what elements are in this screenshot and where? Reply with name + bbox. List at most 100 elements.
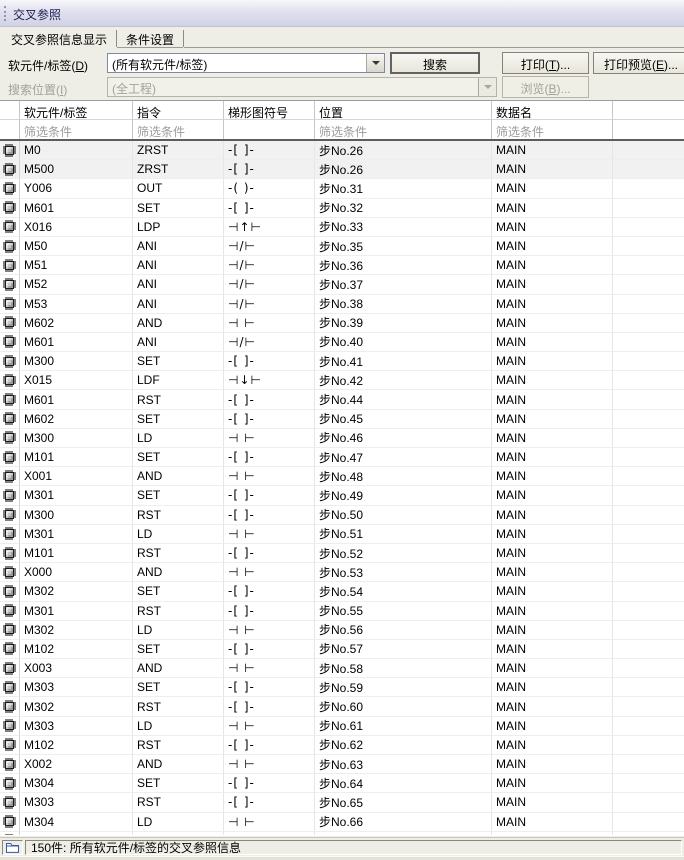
table-row[interactable]: M300 RST -[ ]- 步No.50 MAIN xyxy=(0,506,684,525)
table-row[interactable]: M50 ANI ⊣/⊢ 步No.35 MAIN xyxy=(0,237,684,256)
table-row-partial[interactable] xyxy=(0,832,684,835)
table-row[interactable]: M101 SET -[ ]- 步No.47 MAIN xyxy=(0,448,684,467)
print-button[interactable]: 打印(T)... xyxy=(502,52,589,74)
cell-instruction: ANI xyxy=(133,275,224,294)
table-row[interactable]: X003 AND ⊣ ⊢ 步No.58 MAIN xyxy=(0,659,684,678)
cell-instruction: LDP xyxy=(133,218,224,237)
table-row[interactable]: M300 SET -[ ]- 步No.41 MAIN xyxy=(0,352,684,371)
table-row[interactable]: X001 AND ⊣ ⊢ 步No.48 MAIN xyxy=(0,467,684,486)
cell-data-name: MAIN xyxy=(492,352,613,371)
cell-position: 步No.45 xyxy=(315,410,492,429)
chevron-down-icon[interactable] xyxy=(366,54,384,72)
header-cell-2[interactable]: 指令 xyxy=(133,101,224,120)
table-filter-row: 筛选条件筛选条件筛选条件筛选条件 xyxy=(0,120,684,139)
cell-data-name xyxy=(492,832,613,835)
device-chip-icon xyxy=(0,525,20,544)
header-cell-5[interactable]: 数据名 xyxy=(492,101,613,120)
table-row[interactable]: M302 RST -[ ]- 步No.60 MAIN xyxy=(0,697,684,716)
table-row[interactable]: M304 LD ⊣ ⊢ 步No.66 MAIN xyxy=(0,813,684,832)
table-row[interactable]: M302 SET -[ ]- 步No.54 MAIN xyxy=(0,582,684,601)
cell-ladder-symbol: ⊣/⊢ xyxy=(224,275,315,294)
cell-position: 步No.26 xyxy=(315,141,492,160)
header-cell-4[interactable]: 位置 xyxy=(315,101,492,120)
drag-grip-icon[interactable] xyxy=(4,6,6,21)
cell-instruction: SET xyxy=(133,448,224,467)
table-row[interactable]: M500 ZRST -[ ]- 步No.26 MAIN xyxy=(0,160,684,179)
table-row[interactable]: M0 ZRST -[ ]- 步No.26 MAIN xyxy=(0,141,684,160)
cell-device: M500 xyxy=(20,160,133,179)
cross-reference-window: 交叉参照 交叉参照信息显示 条件设置 软元件/标签(D) (所有软元件/标签) … xyxy=(0,0,684,860)
search-button[interactable]: 搜索 xyxy=(390,52,480,74)
table-row[interactable]: X015 LDF ⊣↓⊢ 步No.42 MAIN xyxy=(0,371,684,390)
filter-cell-2[interactable]: 筛选条件 xyxy=(133,120,224,139)
cell-position: 步No.64 xyxy=(315,774,492,793)
table-row[interactable]: M301 SET -[ ]- 步No.49 MAIN xyxy=(0,486,684,505)
cell-data-name: MAIN xyxy=(492,237,613,256)
table-row[interactable]: M51 ANI ⊣/⊢ 步No.36 MAIN xyxy=(0,256,684,275)
table-row[interactable]: M301 LD ⊣ ⊢ 步No.51 MAIN xyxy=(0,525,684,544)
tab-strip: 交叉参照信息显示 条件设置 xyxy=(0,27,684,48)
table-row[interactable]: X016 LDP ⊣↑⊢ 步No.33 MAIN xyxy=(0,218,684,237)
cell-ladder-symbol: -[ ]- xyxy=(224,160,315,179)
table-row[interactable]: M302 LD ⊣ ⊢ 步No.56 MAIN xyxy=(0,621,684,640)
cell-data-name: MAIN xyxy=(492,736,613,755)
status-icon-box xyxy=(2,840,23,855)
cell-instruction: RST xyxy=(133,602,224,621)
cell-position: 步No.37 xyxy=(315,275,492,294)
filter-cell-5[interactable]: 筛选条件 xyxy=(492,120,613,139)
cell-instruction: LD xyxy=(133,525,224,544)
table-row[interactable]: M304 SET -[ ]- 步No.64 MAIN xyxy=(0,774,684,793)
cell-extra xyxy=(613,755,684,774)
cell-device: M302 xyxy=(20,582,133,601)
table-row[interactable]: M102 RST -[ ]- 步No.62 MAIN xyxy=(0,736,684,755)
table-row[interactable]: M602 SET -[ ]- 步No.45 MAIN xyxy=(0,410,684,429)
table-row[interactable]: M303 RST -[ ]- 步No.65 MAIN xyxy=(0,793,684,812)
cell-data-name: MAIN xyxy=(492,448,613,467)
cell-data-name: MAIN xyxy=(492,295,613,314)
cell-device: M101 xyxy=(20,544,133,563)
table-row[interactable]: M102 SET -[ ]- 步No.57 MAIN xyxy=(0,640,684,659)
table-row[interactable]: M101 RST -[ ]- 步No.52 MAIN xyxy=(0,544,684,563)
cell-data-name: MAIN xyxy=(492,256,613,275)
cell-position: 步No.63 xyxy=(315,755,492,774)
tab-cross-reference-info[interactable]: 交叉参照信息显示 xyxy=(2,27,116,48)
table-row[interactable]: X002 AND ⊣ ⊢ 步No.63 MAIN xyxy=(0,755,684,774)
table-row[interactable]: M601 RST -[ ]- 步No.44 MAIN xyxy=(0,390,684,409)
cell-instruction: RST xyxy=(133,793,224,812)
table-row[interactable]: M601 SET -[ ]- 步No.32 MAIN xyxy=(0,199,684,218)
cell-device: X015 xyxy=(20,371,133,390)
cell-data-name: MAIN xyxy=(492,602,613,621)
table-row[interactable]: M301 RST -[ ]- 步No.55 MAIN xyxy=(0,602,684,621)
cell-ladder-symbol: -[ ]- xyxy=(224,602,315,621)
device-combo[interactable]: (所有软元件/标签) xyxy=(107,53,385,73)
cell-instruction: SET xyxy=(133,582,224,601)
filter-cell-1[interactable]: 筛选条件 xyxy=(20,120,133,139)
filter-cell-4[interactable]: 筛选条件 xyxy=(315,120,492,139)
cell-device: X016 xyxy=(20,218,133,237)
cell-data-name: MAIN xyxy=(492,640,613,659)
cell-extra xyxy=(613,429,684,448)
table-row[interactable]: X000 AND ⊣ ⊢ 步No.53 MAIN xyxy=(0,563,684,582)
cell-extra xyxy=(613,525,684,544)
print-preview-button[interactable]: 打印预览(E)... xyxy=(593,52,684,74)
table-row[interactable]: M601 ANI ⊣/⊢ 步No.40 MAIN xyxy=(0,333,684,352)
table-row[interactable]: M52 ANI ⊣/⊢ 步No.37 MAIN xyxy=(0,275,684,294)
cell-instruction: SET xyxy=(133,774,224,793)
table-row[interactable]: M53 ANI ⊣/⊢ 步No.38 MAIN xyxy=(0,295,684,314)
cell-device: M302 xyxy=(20,697,133,716)
table-body[interactable]: M0 ZRST -[ ]- 步No.26 MAIN M500 ZRST -[ ]… xyxy=(0,141,684,835)
table-row[interactable]: M303 SET -[ ]- 步No.59 MAIN xyxy=(0,678,684,697)
cell-instruction: AND xyxy=(133,755,224,774)
device-chip-icon xyxy=(0,602,20,621)
header-cell-1[interactable]: 软元件/标签 xyxy=(20,101,133,120)
cell-ladder-symbol: -[ ]- xyxy=(224,199,315,218)
table-row[interactable]: M602 AND ⊣ ⊢ 步No.39 MAIN xyxy=(0,314,684,333)
table-row[interactable]: M300 LD ⊣ ⊢ 步No.46 MAIN xyxy=(0,429,684,448)
table-row[interactable]: M303 LD ⊣ ⊢ 步No.61 MAIN xyxy=(0,717,684,736)
cell-instruction: OUT xyxy=(133,179,224,198)
panel-titlebar[interactable]: 交叉参照 xyxy=(0,0,684,27)
tab-condition-settings[interactable]: 条件设置 xyxy=(117,27,183,48)
cell-data-name: MAIN xyxy=(492,333,613,352)
header-cell-3[interactable]: 梯形图符号 xyxy=(224,101,315,120)
table-row[interactable]: Y006 OUT -( )- 步No.31 MAIN xyxy=(0,179,684,198)
